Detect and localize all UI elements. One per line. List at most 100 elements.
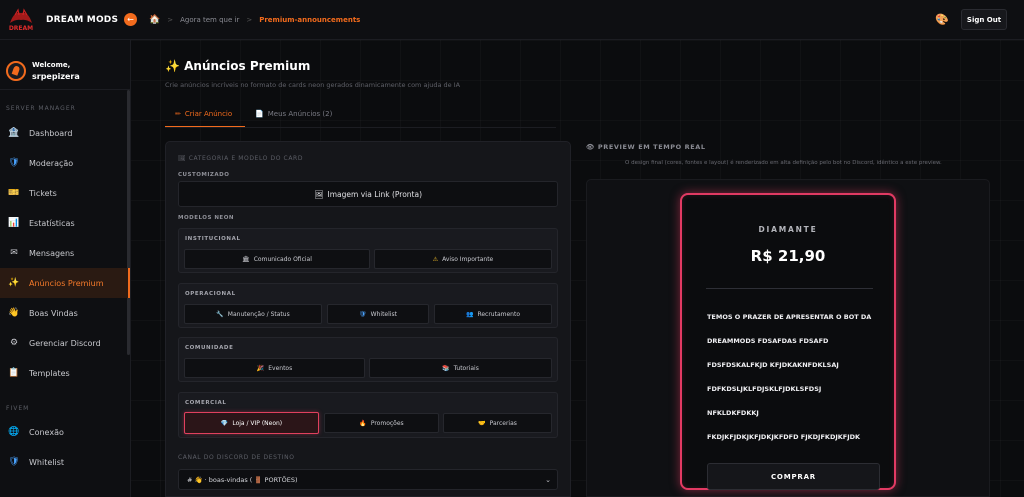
shield-icon: 🛡 [359,310,367,318]
card-line: FDFKDSLJKLFDJSKLFJDKLSFDSJ [707,385,822,393]
tabs: ✏ Criar Anúncio 📄 Meus Anúncios (2) [165,106,342,128]
sidebar-nav: 🏦 Dashboard 🛡 Moderação 🎫 Tickets 📊 Estatíst… [0,118,130,388]
model-recrutamento[interactable]: 👥 Recrutamento [434,304,552,324]
group-comunidade: COMUNIDADE 🎉 Eventos 📚 Tutoriais [178,337,558,382]
sidebar-item-boas-vindas[interactable]: 👋 Boas Vindas [0,298,130,328]
neon-models-label: MODELOS NEON [178,215,234,221]
preview-card: DIAMANTE R$ 21,90 TEMOS O PRAZER DE APRE… [680,193,896,490]
sidebar-item-templates[interactable]: 📋 Templates [0,358,130,388]
model-eventos[interactable]: 🎉 Eventos [184,358,365,378]
card-tier: DIAMANTE [758,225,818,234]
users-icon: 👥 [465,310,474,318]
card-line: TEMOS O PRAZER DE APRESENTAR O BOT DA [707,313,872,321]
model-parcerias[interactable]: 🤝 Parcerias [443,413,552,433]
tab-divider [165,127,556,128]
dream-mods-logo[interactable]: DREAM [6,7,36,33]
card-price: R$ 21,90 [750,247,826,265]
model-promocoes[interactable]: 🔥 Promoções [324,413,439,433]
sidebar-item-gerenciar-discord[interactable]: ⚙ Gerenciar Discord [0,328,130,358]
sidebar-item-label: Tickets [29,188,57,198]
category-label: 🖼 CATEGORIA E MODELO DO CARD [178,155,304,162]
gear-icon: ⚙ [9,338,19,348]
form-panel: 🖼 CATEGORIA E MODELO DO CARD CUSTOMIZADO… [165,141,571,497]
shield-icon: 🛡 [8,158,20,168]
tab-criar-anuncio[interactable]: ✏ Criar Anúncio [165,106,245,128]
model-loja-vip-neon[interactable]: 💎 Loja / VIP (Neon) [184,412,319,434]
wave-icon: 👋 [8,308,20,318]
svg-text:DREAM: DREAM [9,25,33,32]
custom-label: CUSTOMIZADO [178,172,230,178]
eye-icon: 👁 [586,143,595,151]
diamond-icon: 💎 [220,419,229,427]
sidebar-nav-fivem: 🌐 Conexão 🛡 Whitelist [0,417,130,477]
sidebar-item-label: Conexão [29,427,64,437]
model-comunicado-oficial[interactable]: 🏛 Comunicado Oficial [184,249,370,269]
breadcrumb: 🏠 > Agora tem que ir > Premium-announcem… [149,15,360,25]
arrow-left-icon: ← [127,15,134,24]
breadcrumb-server[interactable]: Agora tem que ir [180,16,239,24]
sidebar-item-dashboard[interactable]: 🏦 Dashboard [0,118,130,148]
sidebar-item-label: Boas Vindas [29,308,78,318]
sidebar-item-anuncios-premium[interactable]: ✨ Anúncios Premium [0,268,130,298]
sidebar-item-moderacao[interactable]: 🛡 Moderação [0,148,130,178]
warning-icon: ⚠ [432,255,439,263]
wrench-icon: 🔧 [216,310,224,318]
sidebar-item-label: Anúncios Premium [29,278,104,288]
party-icon: 🎉 [256,364,265,372]
document-icon: 📄 [255,110,264,118]
clipboard-icon: 📋 [8,368,20,378]
page-title: ✨ Anúncios Premium [165,59,311,73]
group-institucional: INSTITUCIONAL 🏛 Comunicado Oficial ⚠ Avi… [178,228,558,273]
tab-meus-anuncios[interactable]: 📄 Meus Anúncios (2) [245,106,342,128]
sidebar-item-label: Gerenciar Discord [29,338,101,348]
sign-out-button[interactable]: Sign Out [961,9,1007,30]
channel-label: CANAL DO DISCORD DE DESTINO [178,454,295,461]
sidebar-item-whitelist[interactable]: 🛡 Whitelist [0,447,130,477]
card-line: DREAMMODS FDSAFDAS FDSAFD [707,337,829,345]
section-server-manager: SERVER MANAGER [6,105,76,112]
collapse-sidebar-button[interactable]: ← [124,13,137,26]
pencil-icon: ✏ [175,110,181,118]
top-right-actions: 🎨 Sign Out [935,9,1007,30]
group-title: COMUNIDADE [185,345,234,351]
group-title: INSTITUCIONAL [185,236,241,242]
model-aviso-importante[interactable]: ⚠ Aviso Importante [374,249,552,269]
fire-icon: 🔥 [359,419,367,427]
sidebar-item-label: Dashboard [29,128,73,138]
institution-icon: 🏛 [242,255,250,263]
top-bar: DREAM DREAM MODS ← 🏠 > Agora tem que ir … [0,0,1024,40]
logo-area: DREAM DREAM MODS [0,7,130,33]
shield-icon: 🛡 [8,457,20,467]
home-icon[interactable]: 🏠 [149,15,160,25]
breadcrumb-separator: > [246,15,253,24]
sidebar-item-label: Moderação [29,158,74,168]
breadcrumb-current: Premium-announcements [259,15,361,24]
envelope-icon: ✉ [10,248,18,258]
welcome-block: Welcome, srpepizera [0,40,130,90]
ticket-icon: 🎫 [8,188,20,198]
card-line: NFKLDKFDKKJ [707,409,759,417]
sparkles-icon: ✨ [8,278,20,288]
palette-icon[interactable]: 🎨 [935,13,949,26]
buy-button[interactable]: COMPRAR [707,463,880,490]
books-icon: 📚 [442,364,450,372]
image-link-button[interactable]: 🖼 Imagem via Link (Pronta) [178,181,558,207]
sidebar-item-conexao[interactable]: 🌐 Conexão [0,417,130,447]
group-operacional: OPERACIONAL 🔧 Manutenção / Status 🛡 Whit… [178,283,558,328]
sidebar-item-estatisticas[interactable]: 📊 Estatísticas [0,208,130,238]
channel-select[interactable]: # 👋 · boas-vindas ( 🚪 PORTÕES) ⌄ [178,469,558,490]
model-manutencao-status[interactable]: 🔧 Manutenção / Status [184,304,322,324]
sidebar-item-label: Whitelist [29,457,65,467]
sidebar-item-label: Templates [29,368,70,378]
section-fivem: FIVEM [6,405,30,412]
model-tutoriais[interactable]: 📚 Tutoriais [369,358,552,378]
page-subtitle: Crie anúncios incríveis no formato de ca… [165,81,461,89]
card-line: FKDJKFJDKJKFJDKJKFDFD FJKDJFKDJKFJDK [707,433,861,441]
card-line: FDSFDSKALFKJD KFJDKAKNFDKLSAJ [707,361,839,369]
preview-subtitle: O design final (cores, fontes e layout) … [625,160,942,166]
sidebar-item-tickets[interactable]: 🎫 Tickets [0,178,130,208]
avatar[interactable] [6,61,26,81]
card-divider [706,288,873,289]
model-whitelist[interactable]: 🛡 Whitelist [327,304,429,324]
sidebar-item-mensagens[interactable]: ✉ Mensagens [0,238,130,268]
